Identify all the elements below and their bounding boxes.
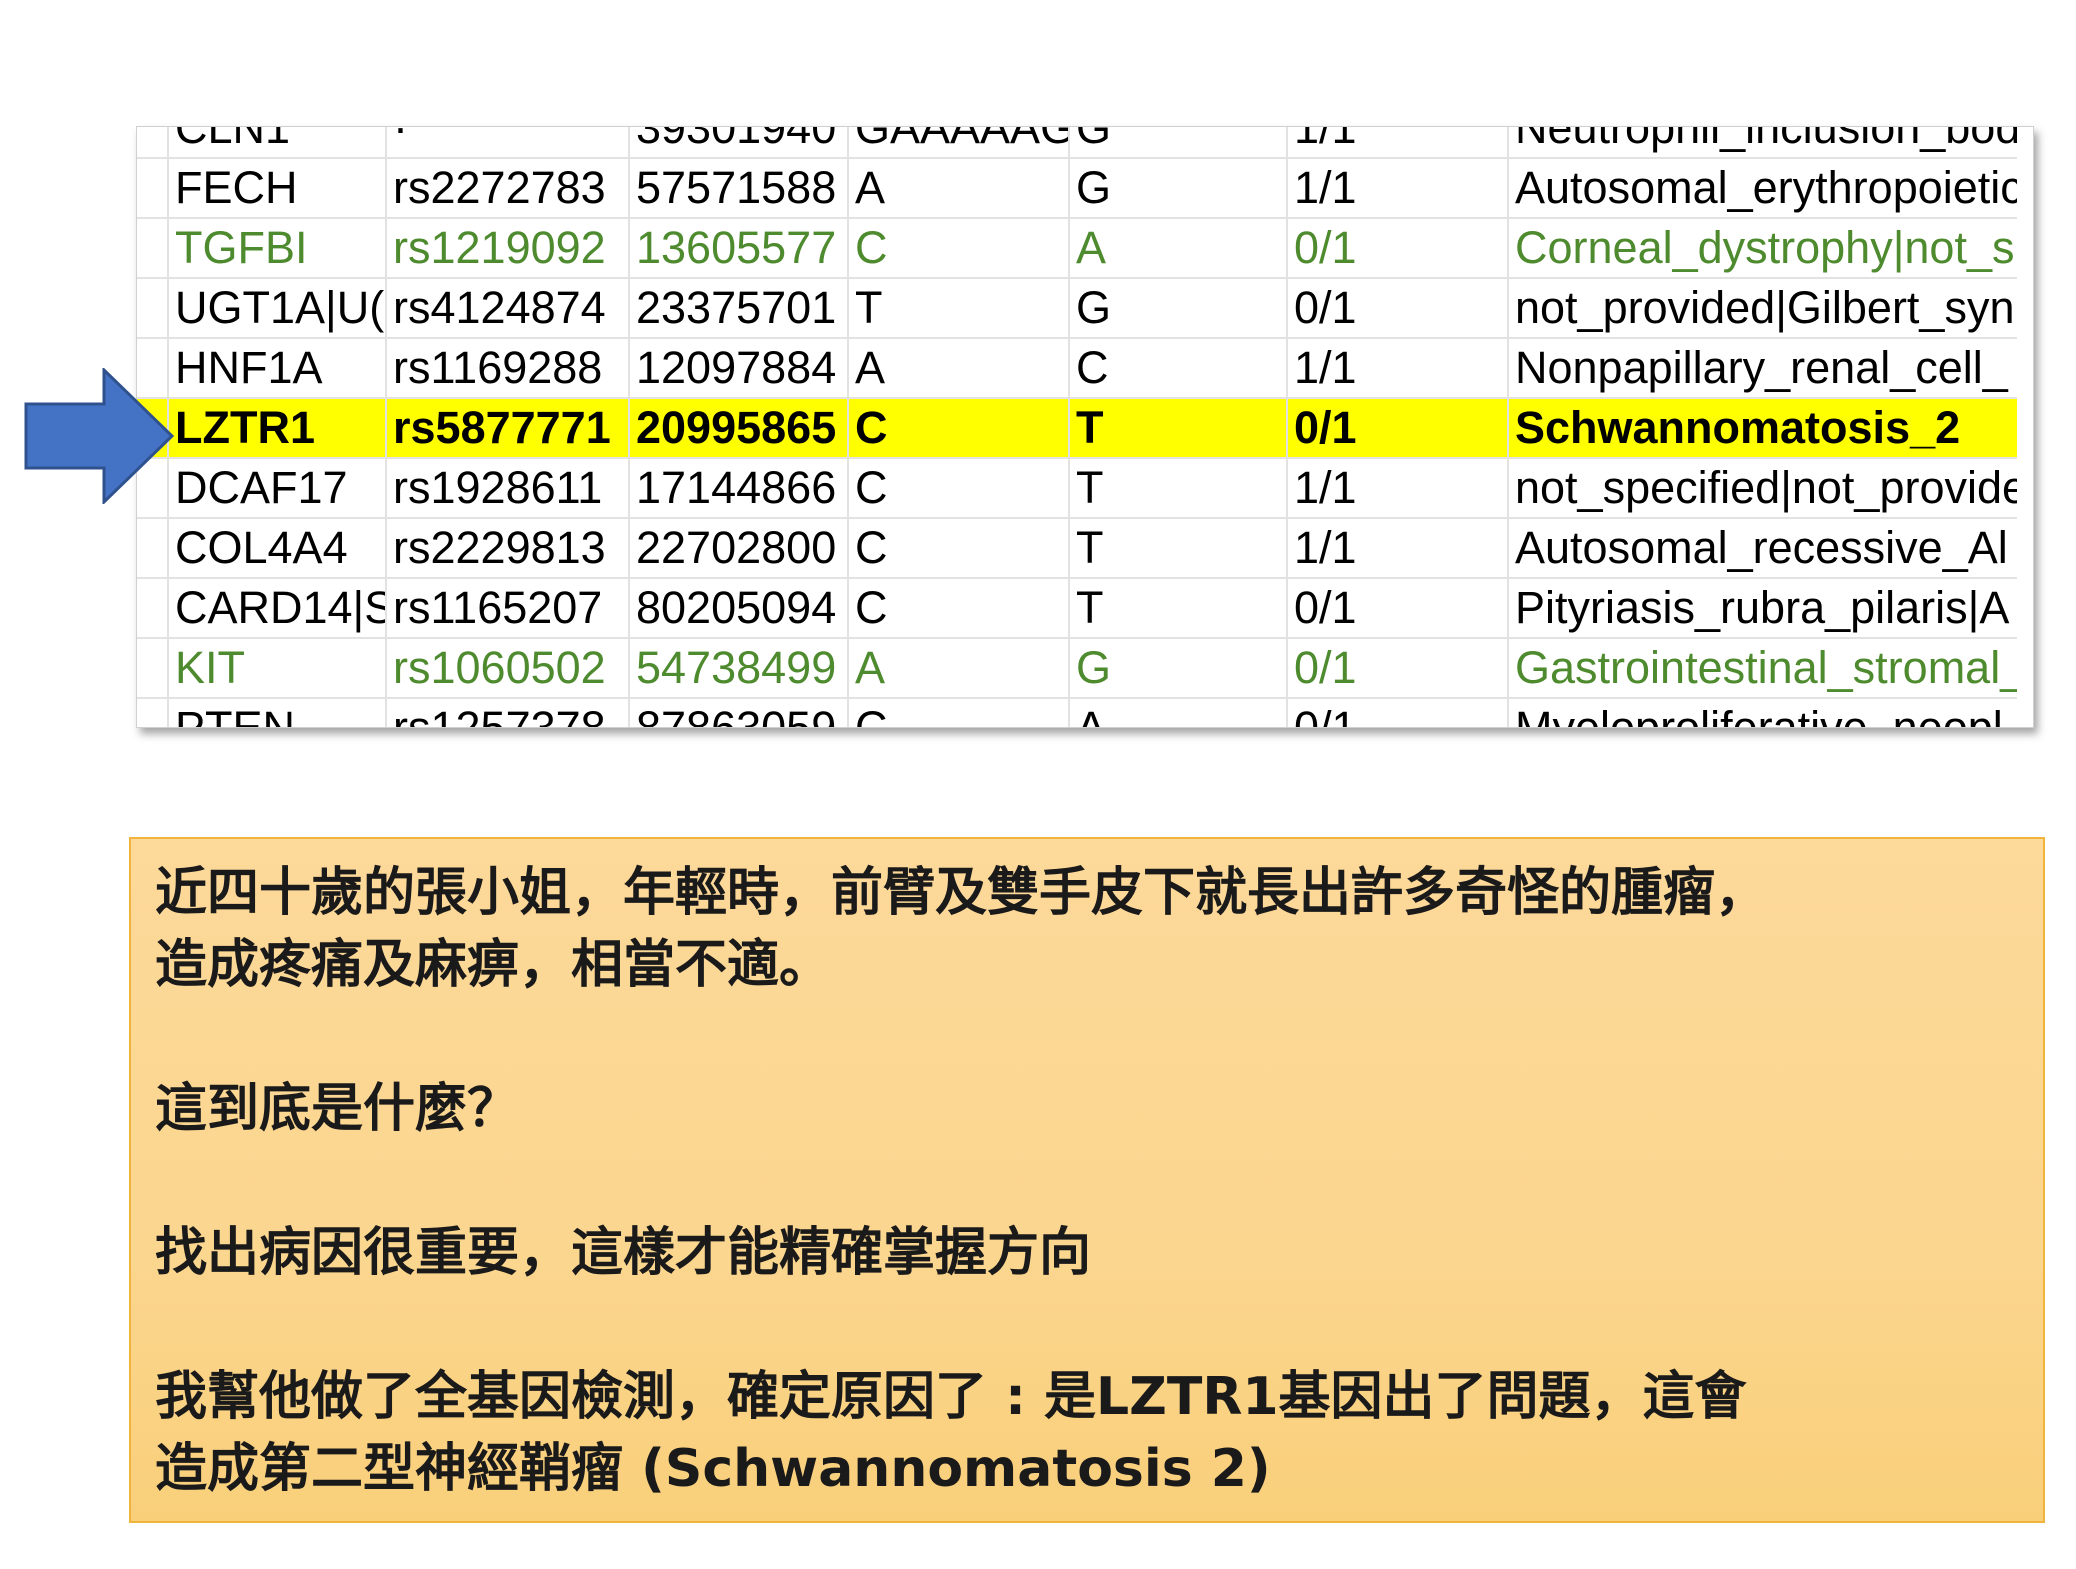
gene-cell: FECH — [175, 162, 298, 213]
position-cell: 20995865 — [636, 402, 837, 453]
spreadsheet-rows: CLN1 · 39301940 GAAAAAG G 1/1 Neutrophil_inclu… — [137, 126, 2017, 728]
position-cell: 13605577 — [636, 222, 837, 273]
ref-allele-cell: C — [855, 582, 888, 633]
rsid-cell: rs2229813 — [393, 522, 606, 573]
position-cell: 22702800 — [636, 522, 837, 573]
spreadsheet-screenshot: CLN1 · 39301940 GAAAAAG G 1/1 Neutrophil_inclu… — [136, 126, 2034, 728]
alt-allele-cell: A — [1076, 222, 1107, 273]
disease-cell: Nonpapillary_renal_cell_ — [1515, 342, 2008, 393]
genotype-cell: 1/1 — [1294, 342, 1357, 393]
ref-allele-cell: A — [855, 342, 886, 393]
position-cell: 23375701 — [636, 282, 837, 333]
rsid-cell: rs1060502 — [393, 642, 606, 693]
gene-cell: DCAF17 — [175, 462, 348, 513]
alt-allele-cell: T — [1076, 462, 1104, 513]
table-row: HNF1A rs1169288 12097884 A C 1/1 Nonpapillary_… — [137, 339, 2017, 399]
ref-allele-cell: T — [855, 282, 883, 333]
rsid-cell: rs1169288 — [393, 342, 603, 393]
paragraph-3: 找出病因很重要，這樣才能精確掌握方向 — [155, 1223, 1092, 1283]
genotype-cell: 0/1 — [1294, 582, 1357, 633]
disease-cell: Autosomal_erythropoietic — [1515, 162, 2017, 213]
genotype-cell: 0/1 — [1294, 702, 1357, 728]
genotype-cell: 0/1 — [1294, 222, 1357, 273]
disease-cell: Autosomal_recessive_Al — [1515, 522, 2008, 573]
disease-cell: Corneal_dystrophy|not_s — [1515, 222, 2015, 273]
gene-cell: LZTR1 — [175, 402, 315, 453]
gene-cell: UGT1A|U( — [175, 282, 385, 333]
table-row: UGT1A|U(rs4124874 23375701 T G 0/1 not_provid… — [137, 279, 2017, 339]
table-row: CARD14|S rs1165207 80205094 C T 0/1 Pityriasis… — [137, 579, 2017, 639]
position-cell: 39301940 — [636, 126, 837, 153]
disease-cell: not_provided|Gilbert_syn — [1515, 282, 2015, 333]
position-cell: 80205094 — [636, 582, 837, 633]
alt-allele-cell: A — [1076, 702, 1107, 728]
table-row: CLN1 · 39301940 GAAAAAG G 1/1 Neutrophil_inclu… — [137, 126, 2017, 159]
alt-allele-cell: T — [1076, 582, 1104, 633]
disease-cell: Myeloproliferative_neopl — [1515, 702, 2003, 728]
genotype-cell: 1/1 — [1294, 126, 1357, 153]
table-row: DCAF17 rs1928611 17144866 C T 1/1 not_specifie… — [137, 459, 2017, 519]
table-row: KIT rs1060502 54738499 A G 0/1 Gastrointestina… — [137, 639, 2017, 699]
gene-cell: HNF1A — [175, 342, 323, 393]
table-row-highlighted: LZTR1 rs5877771 20995865 C T 0/1 Schwannomatos… — [137, 399, 2017, 459]
table-row: PTEN rs1257378 87863059 C A 0/1 Myeloprolifera… — [137, 699, 2017, 728]
genotype-cell: 1/1 — [1294, 162, 1357, 213]
ref-allele-cell: C — [855, 402, 888, 453]
right-arrow-icon — [24, 368, 174, 504]
rsid-cell: rs1165207 — [393, 582, 603, 633]
paragraph-2: 這到底是什麼？ — [155, 1079, 520, 1139]
gene-cell: CLN1 — [175, 126, 291, 153]
disease-cell: not_specified|not_provide — [1515, 462, 2017, 513]
disease-cell: Schwannomatosis_2 — [1515, 402, 1961, 453]
gene-cell: CARD14|S — [175, 582, 385, 633]
disease-cell: Neutrophil_inclusion_bodies — [1515, 126, 2017, 153]
table-row: TGFBI rs1219092 13605577 C A 0/1 Corneal_dystr… — [137, 219, 2017, 279]
table-row: FECH rs2272783 57571588 A G 1/1 Autosomal_eryt… — [137, 159, 2017, 219]
ref-allele-cell: C — [855, 222, 888, 273]
position-cell: 87863059 — [636, 702, 837, 728]
rsid-cell: · — [393, 126, 408, 153]
alt-allele-cell: C — [1076, 342, 1109, 393]
rsid-cell: rs1257378 — [393, 702, 606, 728]
rsid-cell: rs1219092 — [393, 222, 606, 273]
gene-cell: KIT — [175, 642, 246, 693]
disease-cell: Pityriasis_rubra_pilaris|A — [1515, 582, 2010, 633]
alt-allele-cell: T — [1076, 402, 1104, 453]
ref-allele-cell: A — [855, 162, 886, 213]
genotype-cell: 0/1 — [1294, 282, 1357, 333]
rsid-cell: rs5877771 — [393, 402, 611, 453]
position-cell: 12097884 — [636, 342, 837, 393]
ref-allele-cell: A — [855, 642, 886, 693]
genotype-cell: 0/1 — [1294, 642, 1357, 693]
genotype-cell: 1/1 — [1294, 462, 1357, 513]
paragraph-1-line-1: 近四十歲的張小姐，年輕時，前臂及雙手皮下就長出許多奇怪的腫瘤， — [155, 863, 1768, 923]
position-cell: 17144866 — [636, 462, 837, 513]
explanation-textbox: 近四十歲的張小姐，年輕時，前臂及雙手皮下就長出許多奇怪的腫瘤， 造成疼痛及麻痹，… — [129, 837, 2045, 1523]
ref-allele-cell: C — [855, 522, 888, 573]
alt-allele-cell: T — [1076, 522, 1104, 573]
rsid-cell: rs2272783 — [393, 162, 606, 213]
position-cell: 54738499 — [636, 642, 837, 693]
paragraph-1-line-2: 造成疼痛及麻痹，相當不適。 — [155, 935, 832, 995]
alt-allele-cell: G — [1076, 642, 1112, 693]
gene-cell: COL4A4 — [175, 522, 348, 573]
rsid-cell: rs4124874 — [393, 282, 606, 333]
alt-allele-cell: G — [1076, 162, 1112, 213]
gene-cell: TGFBI — [175, 222, 308, 273]
genotype-cell: 1/1 — [1294, 522, 1357, 573]
alt-allele-cell: G — [1076, 126, 1112, 153]
rsid-cell: rs1928611 — [393, 462, 603, 513]
position-cell: 57571588 — [636, 162, 837, 213]
paragraph-4-line-1: 我幫他做了全基因檢測，確定原因了 : 是LZTR1基因出了問題，這會 — [155, 1367, 1747, 1427]
gene-cell: PTEN — [175, 702, 296, 728]
ref-allele-cell: C — [855, 702, 888, 728]
ref-allele-cell: GAAAAAG — [855, 126, 1068, 153]
paragraph-4-line-2: 造成第二型神經鞘瘤 (Schwannomatosis 2) — [155, 1439, 1271, 1499]
alt-allele-cell: G — [1076, 282, 1112, 333]
disease-cell: Gastrointestinal_stromal_ — [1515, 642, 2017, 693]
genotype-cell: 0/1 — [1294, 402, 1357, 453]
ref-allele-cell: C — [855, 462, 888, 513]
table-row: COL4A4 rs2229813 22702800 C T 1/1 Autosomal_re… — [137, 519, 2017, 579]
